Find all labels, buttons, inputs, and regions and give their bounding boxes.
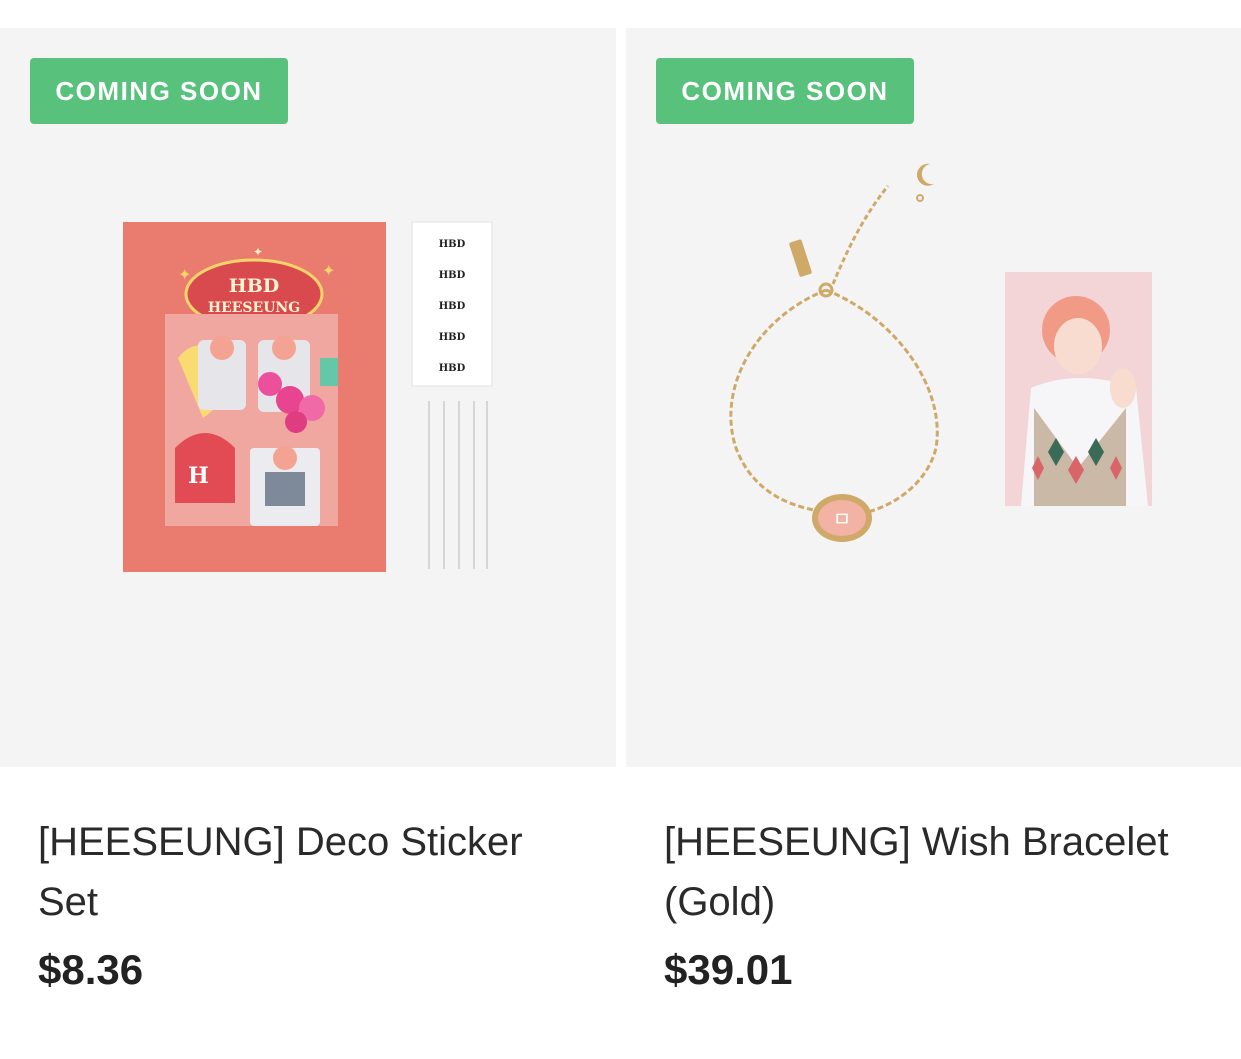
moon-charm [916,163,934,186]
product-image-area[interactable]: COMING SOON ✦ ✦ ✦ HBD HEESEUNG H HBD HBD… [0,28,616,767]
svg-text:HBD: HBD [439,301,466,312]
product-price: $39.01 [664,946,793,993]
svg-text:HBD: HBD [439,239,466,250]
svg-text:H: H [188,463,209,489]
svg-text:HBD: HBD [439,332,466,343]
sheet-title-line1: HBD [229,275,280,297]
sheet-title-line2: HEESEUNG [208,300,300,316]
wish-bracelet-image: ㅁ [729,163,1152,542]
product-title[interactable]: [HEESEUNG] Wish Bracelet (Gold) [664,812,1224,932]
svg-text:✦: ✦ [322,261,335,280]
svg-text:✦: ✦ [253,245,263,259]
svg-text:HBD: HBD [439,270,466,281]
deco-sticker-set-image: ✦ ✦ ✦ HBD HEESEUNG H HBD HBD HBD HBD HBD [123,221,493,572]
svg-text:HBD: HBD [439,363,466,374]
product-title[interactable]: [HEESEUNG] Deco Sticker Set [38,812,578,932]
svg-text:ㅁ: ㅁ [833,507,851,531]
product-image-area[interactable]: COMING SOON ㅁ [626,28,1241,767]
product-price: $8.36 [38,946,144,993]
